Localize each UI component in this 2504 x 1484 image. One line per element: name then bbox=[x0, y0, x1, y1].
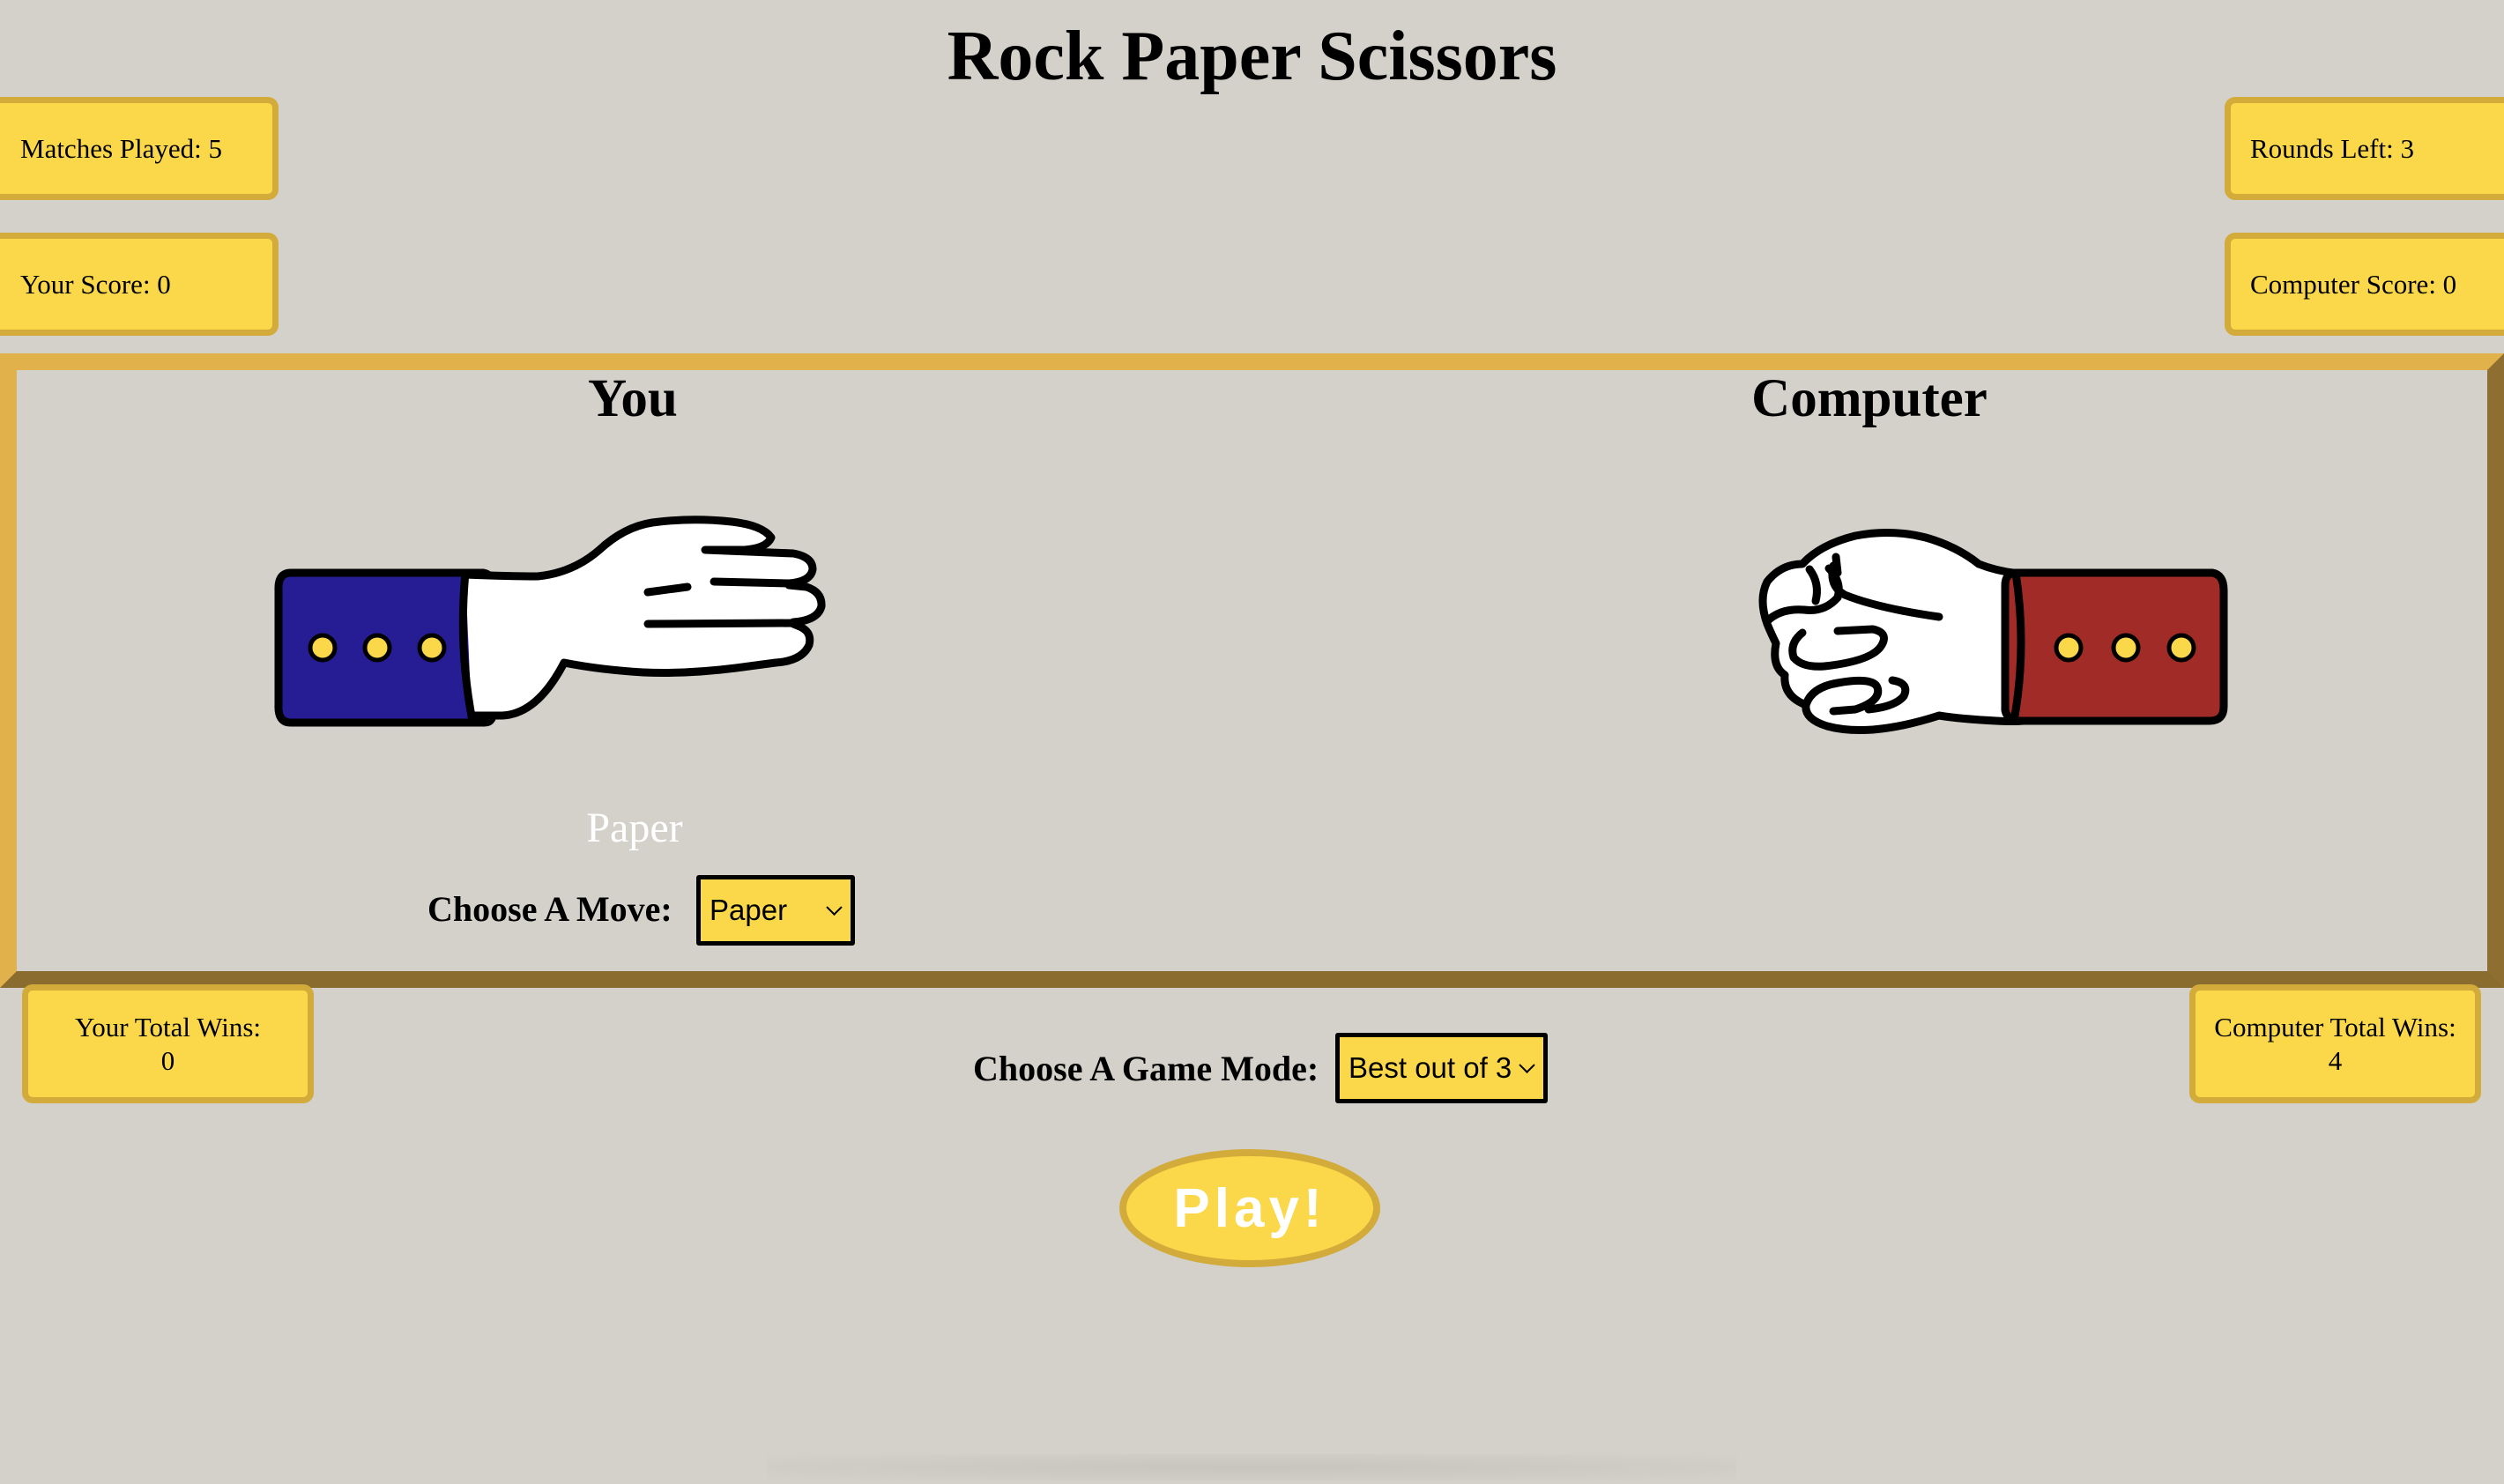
computer-score-text: Computer Score: 0 bbox=[2250, 268, 2457, 300]
player-paper-hand-icon bbox=[274, 516, 826, 727]
computer-score-badge: Computer Score: 0 bbox=[2225, 233, 2504, 336]
your-score-text: Your Score: 0 bbox=[20, 268, 171, 300]
current-move-label: Paper bbox=[586, 805, 683, 851]
game-mode-select-value: Best out of 3 bbox=[1349, 1051, 1512, 1084]
chevron-down-icon bbox=[826, 899, 843, 916]
move-select-value: Paper bbox=[710, 894, 788, 926]
your-total-wins-label: Your Total Wins: bbox=[74, 1011, 262, 1043]
play-button[interactable]: Play! bbox=[1119, 1149, 1380, 1267]
rounds-left-badge: Rounds Left: 3 bbox=[2225, 97, 2504, 200]
game-mode-select[interactable]: Best out of 3 bbox=[1335, 1033, 1548, 1103]
choose-move-label: Choose A Move: bbox=[427, 889, 672, 929]
matches-played-text: Matches Played: 5 bbox=[20, 132, 223, 164]
computer-total-wins-badge: Computer Total Wins: 4 bbox=[2189, 984, 2481, 1103]
your-score-badge: Your Score: 0 bbox=[0, 233, 279, 336]
bottom-shadow bbox=[767, 1454, 1736, 1480]
choose-game-mode-label: Choose A Game Mode: bbox=[973, 1049, 1319, 1088]
chevron-down-icon bbox=[1519, 1057, 1535, 1073]
computer-rock-hand-icon bbox=[1758, 528, 2228, 734]
computer-total-wins-value: 4 bbox=[2328, 1044, 2343, 1076]
your-total-wins-value: 0 bbox=[160, 1044, 175, 1076]
computer-total-wins-label: Computer Total Wins: bbox=[2214, 1011, 2456, 1043]
page-title: Rock Paper Scissors bbox=[947, 18, 1557, 95]
your-total-wins-badge: Your Total Wins: 0 bbox=[22, 984, 314, 1103]
you-heading: You bbox=[588, 369, 678, 428]
computer-heading: Computer bbox=[1751, 369, 1988, 428]
matches-played-badge: Matches Played: 5 bbox=[0, 97, 279, 200]
move-select[interactable]: Paper bbox=[696, 875, 855, 946]
rounds-left-text: Rounds Left: 3 bbox=[2250, 132, 2414, 164]
